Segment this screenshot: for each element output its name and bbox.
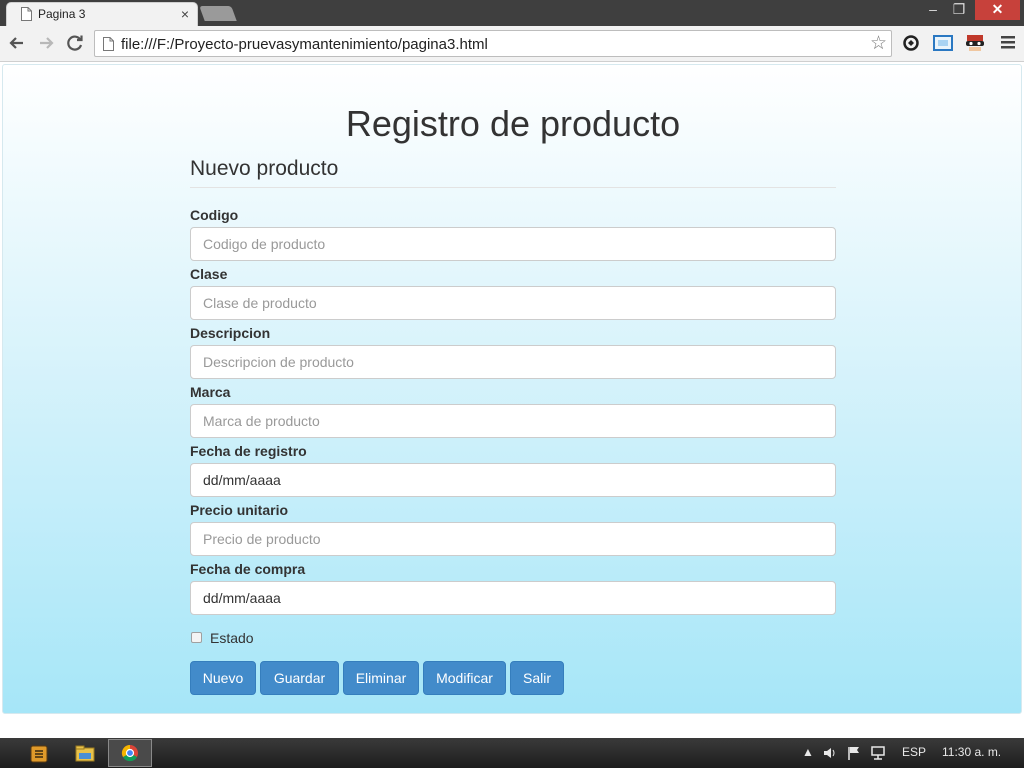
fecha-compra-label: Fecha de compra	[190, 561, 306, 577]
address-url[interactable]: file:///F:/Proyecto-pruevasymantenimient…	[121, 36, 488, 53]
browser-toolbar: file:///F:/Proyecto-pruevasymantenimient…	[0, 26, 1024, 62]
page-title: Registro de producto	[345, 103, 681, 144]
reload-icon[interactable]	[64, 32, 86, 54]
modificar-button[interactable]: Modificar	[423, 661, 506, 695]
network-icon[interactable]	[870, 745, 886, 761]
file-explorer-icon	[75, 745, 95, 762]
sublime-text-icon	[30, 745, 48, 763]
codigo-input[interactable]	[190, 227, 836, 261]
salir-button[interactable]: Salir	[510, 661, 564, 695]
browser-titlebar: Pagina 3 × ‒ ❐ ✕	[0, 0, 1024, 26]
language-indicator[interactable]: ESP	[902, 745, 926, 759]
volume-icon[interactable]	[822, 745, 838, 761]
taskbar-sublime-button[interactable]	[16, 739, 60, 767]
incognito-mask-extension-icon[interactable]	[964, 33, 986, 53]
window-minimize-button[interactable]: ‒	[920, 0, 946, 20]
tray-expand-icon[interactable]: ▲	[802, 745, 814, 759]
tab-close-icon[interactable]: ×	[181, 6, 189, 22]
taskbar-chrome-button[interactable]	[108, 739, 152, 767]
back-arrow-icon[interactable]	[6, 32, 28, 54]
descripcion-label: Descripcion	[190, 325, 271, 341]
clase-label: Clase	[190, 266, 228, 282]
star-icon[interactable]: ☆	[870, 32, 887, 55]
page-icon	[103, 37, 114, 51]
forward-arrow-icon[interactable]	[35, 32, 57, 54]
form-legend: Nuevo producto	[190, 157, 836, 188]
tab-title: Pagina 3	[38, 7, 86, 21]
precio-unitario-label: Precio unitario	[190, 502, 289, 518]
taskbar-explorer-button[interactable]	[62, 739, 106, 767]
page-viewport: Registro de producto Nuevo producto Codi…	[0, 62, 1024, 738]
os-taskbar: ▲ ESP 11:30 a. m.	[0, 738, 1024, 768]
window-maximize-button[interactable]: ❐	[946, 0, 972, 20]
flag-icon[interactable]	[846, 745, 862, 761]
address-bar[interactable]: file:///F:/Proyecto-pruevasymantenimient…	[94, 30, 892, 57]
clase-input[interactable]	[190, 286, 836, 320]
fecha-compra-input[interactable]	[190, 581, 836, 615]
codigo-label: Codigo	[190, 207, 239, 223]
descripcion-input[interactable]	[190, 345, 836, 379]
eliminar-button[interactable]: Eliminar	[343, 661, 419, 695]
nuevo-button[interactable]: Nuevo	[190, 661, 256, 695]
marca-input[interactable]	[190, 404, 836, 438]
fecha-registro-label: Fecha de registro	[190, 443, 307, 459]
sync-extension-icon[interactable]	[900, 33, 922, 53]
marca-label: Marca	[190, 384, 231, 400]
guardar-button[interactable]: Guardar	[260, 661, 339, 695]
estado-label[interactable]: Estado	[210, 630, 254, 646]
screen-capture-extension-icon[interactable]	[932, 33, 954, 53]
window-close-button[interactable]: ✕	[975, 0, 1020, 20]
menu-icon[interactable]	[999, 32, 1017, 52]
precio-unitario-input[interactable]	[190, 522, 836, 556]
new-tab-button[interactable]	[199, 6, 237, 21]
page-icon	[21, 7, 32, 21]
chrome-icon	[121, 744, 138, 762]
clock[interactable]: 11:30 a. m.	[942, 745, 1001, 759]
product-form-container: Registro de producto Nuevo producto Codi…	[2, 64, 1022, 714]
browser-tab[interactable]: Pagina 3 ×	[6, 2, 198, 26]
estado-checkbox[interactable]	[191, 632, 202, 643]
fecha-registro-input[interactable]	[190, 463, 836, 497]
